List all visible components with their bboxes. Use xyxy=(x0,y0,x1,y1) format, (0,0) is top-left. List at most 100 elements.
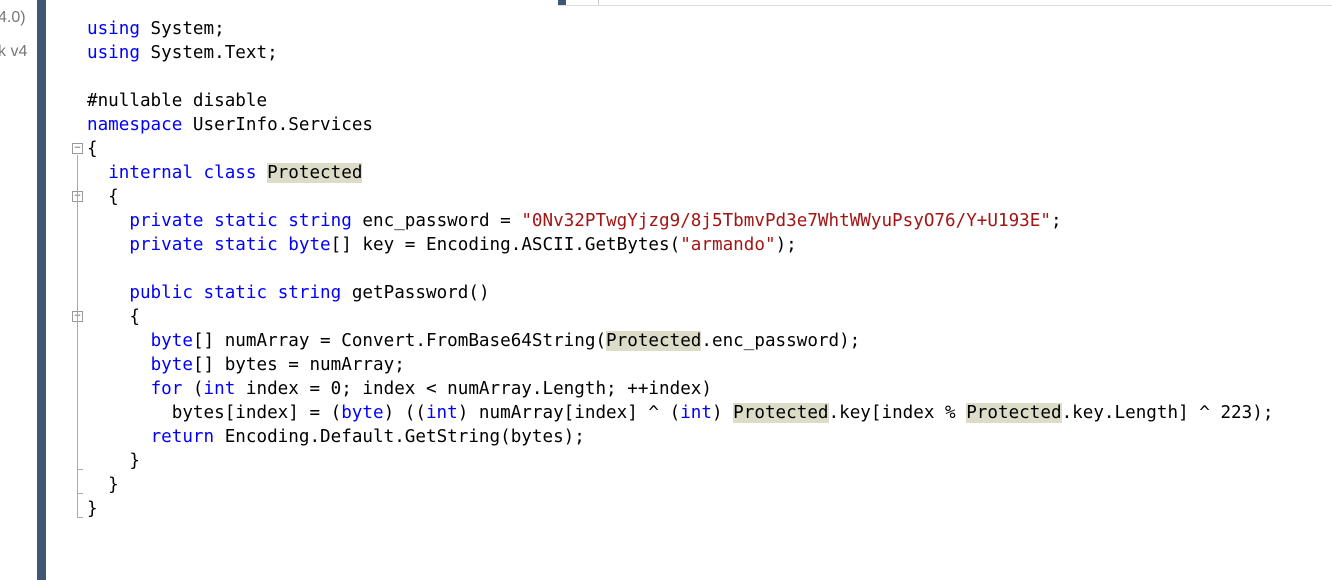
code-token: System.Text; xyxy=(139,43,278,63)
background-window-edge xyxy=(558,0,1332,6)
code-token: .key.Length] ^ 223); xyxy=(1061,403,1274,423)
keyword-token: byte xyxy=(150,355,193,375)
code-token: Encoding.Default.GetString(bytes); xyxy=(214,427,585,447)
code-line[interactable]: } xyxy=(87,473,1273,497)
outline-guide-end xyxy=(77,469,83,470)
code-line[interactable]: internal class Protected xyxy=(87,161,1273,185)
highlighted-reference-token: Protected xyxy=(966,403,1062,423)
code-line[interactable]: } xyxy=(87,497,1273,521)
code-token: { xyxy=(87,187,119,207)
code-token: { xyxy=(87,307,140,327)
keyword-token: using xyxy=(87,43,140,63)
code-token: ); xyxy=(775,235,797,255)
keyword-token: string xyxy=(277,283,342,303)
outline-guide xyxy=(77,155,78,517)
string-literal-token: "armando" xyxy=(680,235,776,255)
keyword-token: byte xyxy=(150,331,193,351)
code-token: } xyxy=(87,451,140,471)
keyword-token: int xyxy=(203,379,236,399)
keyword-token: static xyxy=(203,283,268,303)
code-line[interactable]: { xyxy=(87,305,1273,329)
highlighted-reference-token: Protected xyxy=(267,163,363,183)
code-token: .key[index % xyxy=(828,403,967,423)
code-line[interactable]: return Encoding.Default.GetString(bytes)… xyxy=(87,425,1273,449)
keyword-token: public xyxy=(129,283,193,303)
code-token: ; xyxy=(1050,211,1062,231)
code-token: } xyxy=(87,475,119,495)
keyword-token: string xyxy=(288,211,352,231)
code-token: UserInfo.Services xyxy=(182,115,374,135)
code-line[interactable]: public static string getPassword() xyxy=(87,281,1273,305)
keyword-token: class xyxy=(203,163,257,183)
outline-guide-end xyxy=(77,493,83,494)
code-token: getPassword() xyxy=(341,283,490,303)
collapse-namespace-icon[interactable]: − xyxy=(72,143,83,154)
keyword-token: int xyxy=(425,403,458,423)
code-line[interactable]: #nullable disable xyxy=(87,89,1273,113)
code-token: { xyxy=(87,139,98,159)
keyword-token: static xyxy=(214,211,278,231)
string-literal-token: "0Nv32PTwgYjzg9/8j5TbmvPd3e7WhtWWyuPsyO7… xyxy=(521,211,1051,231)
editor-margin-bar xyxy=(37,0,46,580)
code-line[interactable] xyxy=(87,257,1273,281)
keyword-token: internal xyxy=(108,163,193,183)
outline-guide-end xyxy=(77,517,83,518)
code-token: index = 0; index < numArray.Length; ++in… xyxy=(235,379,712,399)
solution-explorer-panel: 4.0) k v4 xyxy=(0,0,37,580)
code-line[interactable]: byte[] numArray = Convert.FromBase64Stri… xyxy=(87,329,1273,353)
code-line[interactable]: bytes[index] = (byte) ((int) numArray[in… xyxy=(87,401,1273,425)
code-line[interactable]: using System; xyxy=(87,17,1273,41)
code-token: ) numArray[index] ^ ( xyxy=(457,403,681,423)
code-token: [] key = Encoding.ASCII.GetBytes( xyxy=(330,235,681,255)
code-line[interactable]: namespace UserInfo.Services xyxy=(87,113,1273,137)
code-token: .enc_password); xyxy=(701,331,861,351)
code-line[interactable]: for (int index = 0; index < numArray.Len… xyxy=(87,377,1273,401)
code-token: [] bytes = numArray; xyxy=(192,355,405,375)
code-line[interactable]: { xyxy=(87,185,1273,209)
keyword-token: int xyxy=(680,403,712,423)
code-token: bytes[index] = ( xyxy=(87,403,342,423)
code-line[interactable]: } xyxy=(87,449,1273,473)
code-line[interactable]: private static byte[] key = Encoding.ASC… xyxy=(87,233,1273,257)
code-token: System; xyxy=(139,19,225,39)
code-token: ( xyxy=(182,379,204,399)
keyword-token: static xyxy=(214,235,278,255)
code-token: ) (( xyxy=(383,403,426,423)
keyword-token: using xyxy=(87,19,140,39)
side-panel-text: k v4 xyxy=(0,43,28,60)
keyword-token: return xyxy=(150,427,215,447)
code-line[interactable]: { xyxy=(87,137,1273,161)
code-line[interactable]: using System.Text; xyxy=(87,41,1273,65)
highlighted-reference-token: Protected xyxy=(606,331,702,351)
keyword-token: byte xyxy=(341,403,384,423)
side-panel-text: 4.0) xyxy=(0,9,26,26)
highlighted-reference-token: Protected xyxy=(733,403,829,423)
code-line[interactable]: private static string enc_password = "0N… xyxy=(87,209,1273,233)
keyword-token: private xyxy=(129,235,204,255)
keyword-token: private xyxy=(129,211,204,231)
code-line[interactable] xyxy=(87,65,1273,89)
keyword-token: namespace xyxy=(87,115,183,135)
code-token: ) xyxy=(711,403,734,423)
keyword-token: for xyxy=(150,379,183,399)
code-token: [] numArray = Convert.FromBase64String( xyxy=(192,331,607,351)
code-line[interactable]: byte[] bytes = numArray; xyxy=(87,353,1273,377)
code-token: } xyxy=(87,499,98,519)
code-editor[interactable]: using System; using System.Text; #nullable… xyxy=(87,17,1273,521)
